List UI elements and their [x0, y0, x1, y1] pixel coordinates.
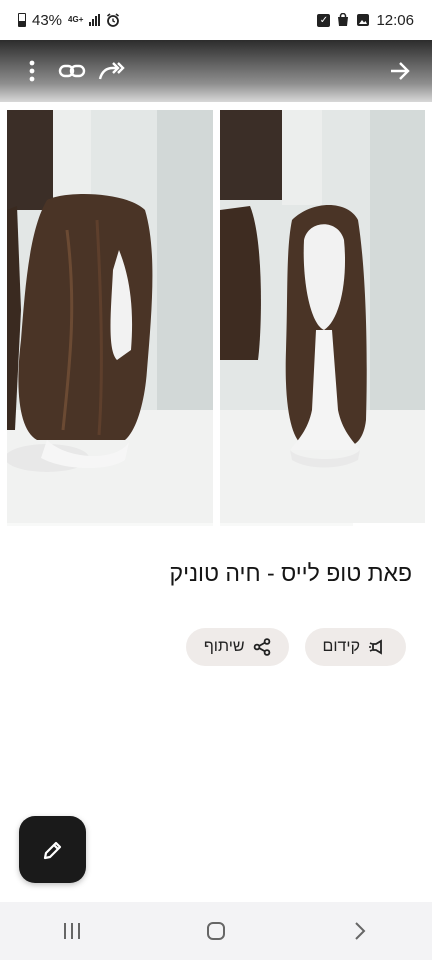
wig-front-illustration — [220, 110, 425, 526]
status-left: 43% 4G+ — [18, 12, 120, 29]
forward-button[interactable] — [380, 51, 420, 91]
home-icon — [207, 922, 225, 940]
signal-icon — [89, 14, 101, 26]
gallery-progress — [353, 523, 425, 526]
home-button[interactable] — [186, 906, 246, 956]
recents-icon — [64, 923, 80, 939]
clock: 12:06 — [376, 11, 414, 29]
share-forward-icon — [98, 62, 125, 80]
status-right: ✓ 12:06 — [317, 12, 414, 29]
link-icon — [58, 64, 86, 78]
edit-fab[interactable] — [19, 816, 86, 883]
wig-photo-side[interactable] — [7, 110, 213, 526]
recents-button[interactable] — [42, 906, 102, 956]
listing-title: פאת טופ לייס - חיה טוניק — [169, 560, 412, 586]
status-bar: 43% 4G+ ✓ 12:06 — [0, 0, 432, 40]
battery-percent: 43% — [32, 11, 63, 29]
share-label: שיתוף — [203, 638, 245, 655]
share-icon — [253, 638, 270, 656]
alarm-icon — [107, 13, 120, 27]
network-label: 4G+ — [68, 15, 84, 24]
network-icon: 4G+ — [68, 16, 83, 24]
share-button[interactable]: שיתוף — [185, 628, 289, 666]
promote-button[interactable]: קידום — [304, 628, 406, 666]
system-nav-bar — [0, 902, 432, 960]
wig-side-illustration — [7, 110, 213, 526]
promote-label: קידום — [322, 638, 360, 655]
arrow-forward-icon — [391, 62, 410, 80]
image-gallery[interactable] — [0, 110, 432, 528]
more-options-button[interactable] — [12, 51, 52, 91]
check-square-icon: ✓ — [317, 13, 331, 27]
action-chips: קידום שיתוף — [185, 628, 406, 666]
copy-link-button[interactable] — [52, 51, 92, 91]
pencil-icon — [43, 841, 61, 859]
more-vertical-icon — [29, 60, 35, 82]
back-button[interactable] — [330, 906, 390, 956]
megaphone-icon — [369, 639, 382, 655]
share-forward-button[interactable] — [92, 51, 132, 91]
back-icon — [355, 922, 366, 940]
wig-photo-front[interactable] — [220, 110, 425, 526]
bag-icon — [338, 13, 349, 26]
image-icon — [357, 14, 370, 26]
battery-icon — [18, 13, 26, 27]
top-action-bar — [0, 40, 432, 102]
